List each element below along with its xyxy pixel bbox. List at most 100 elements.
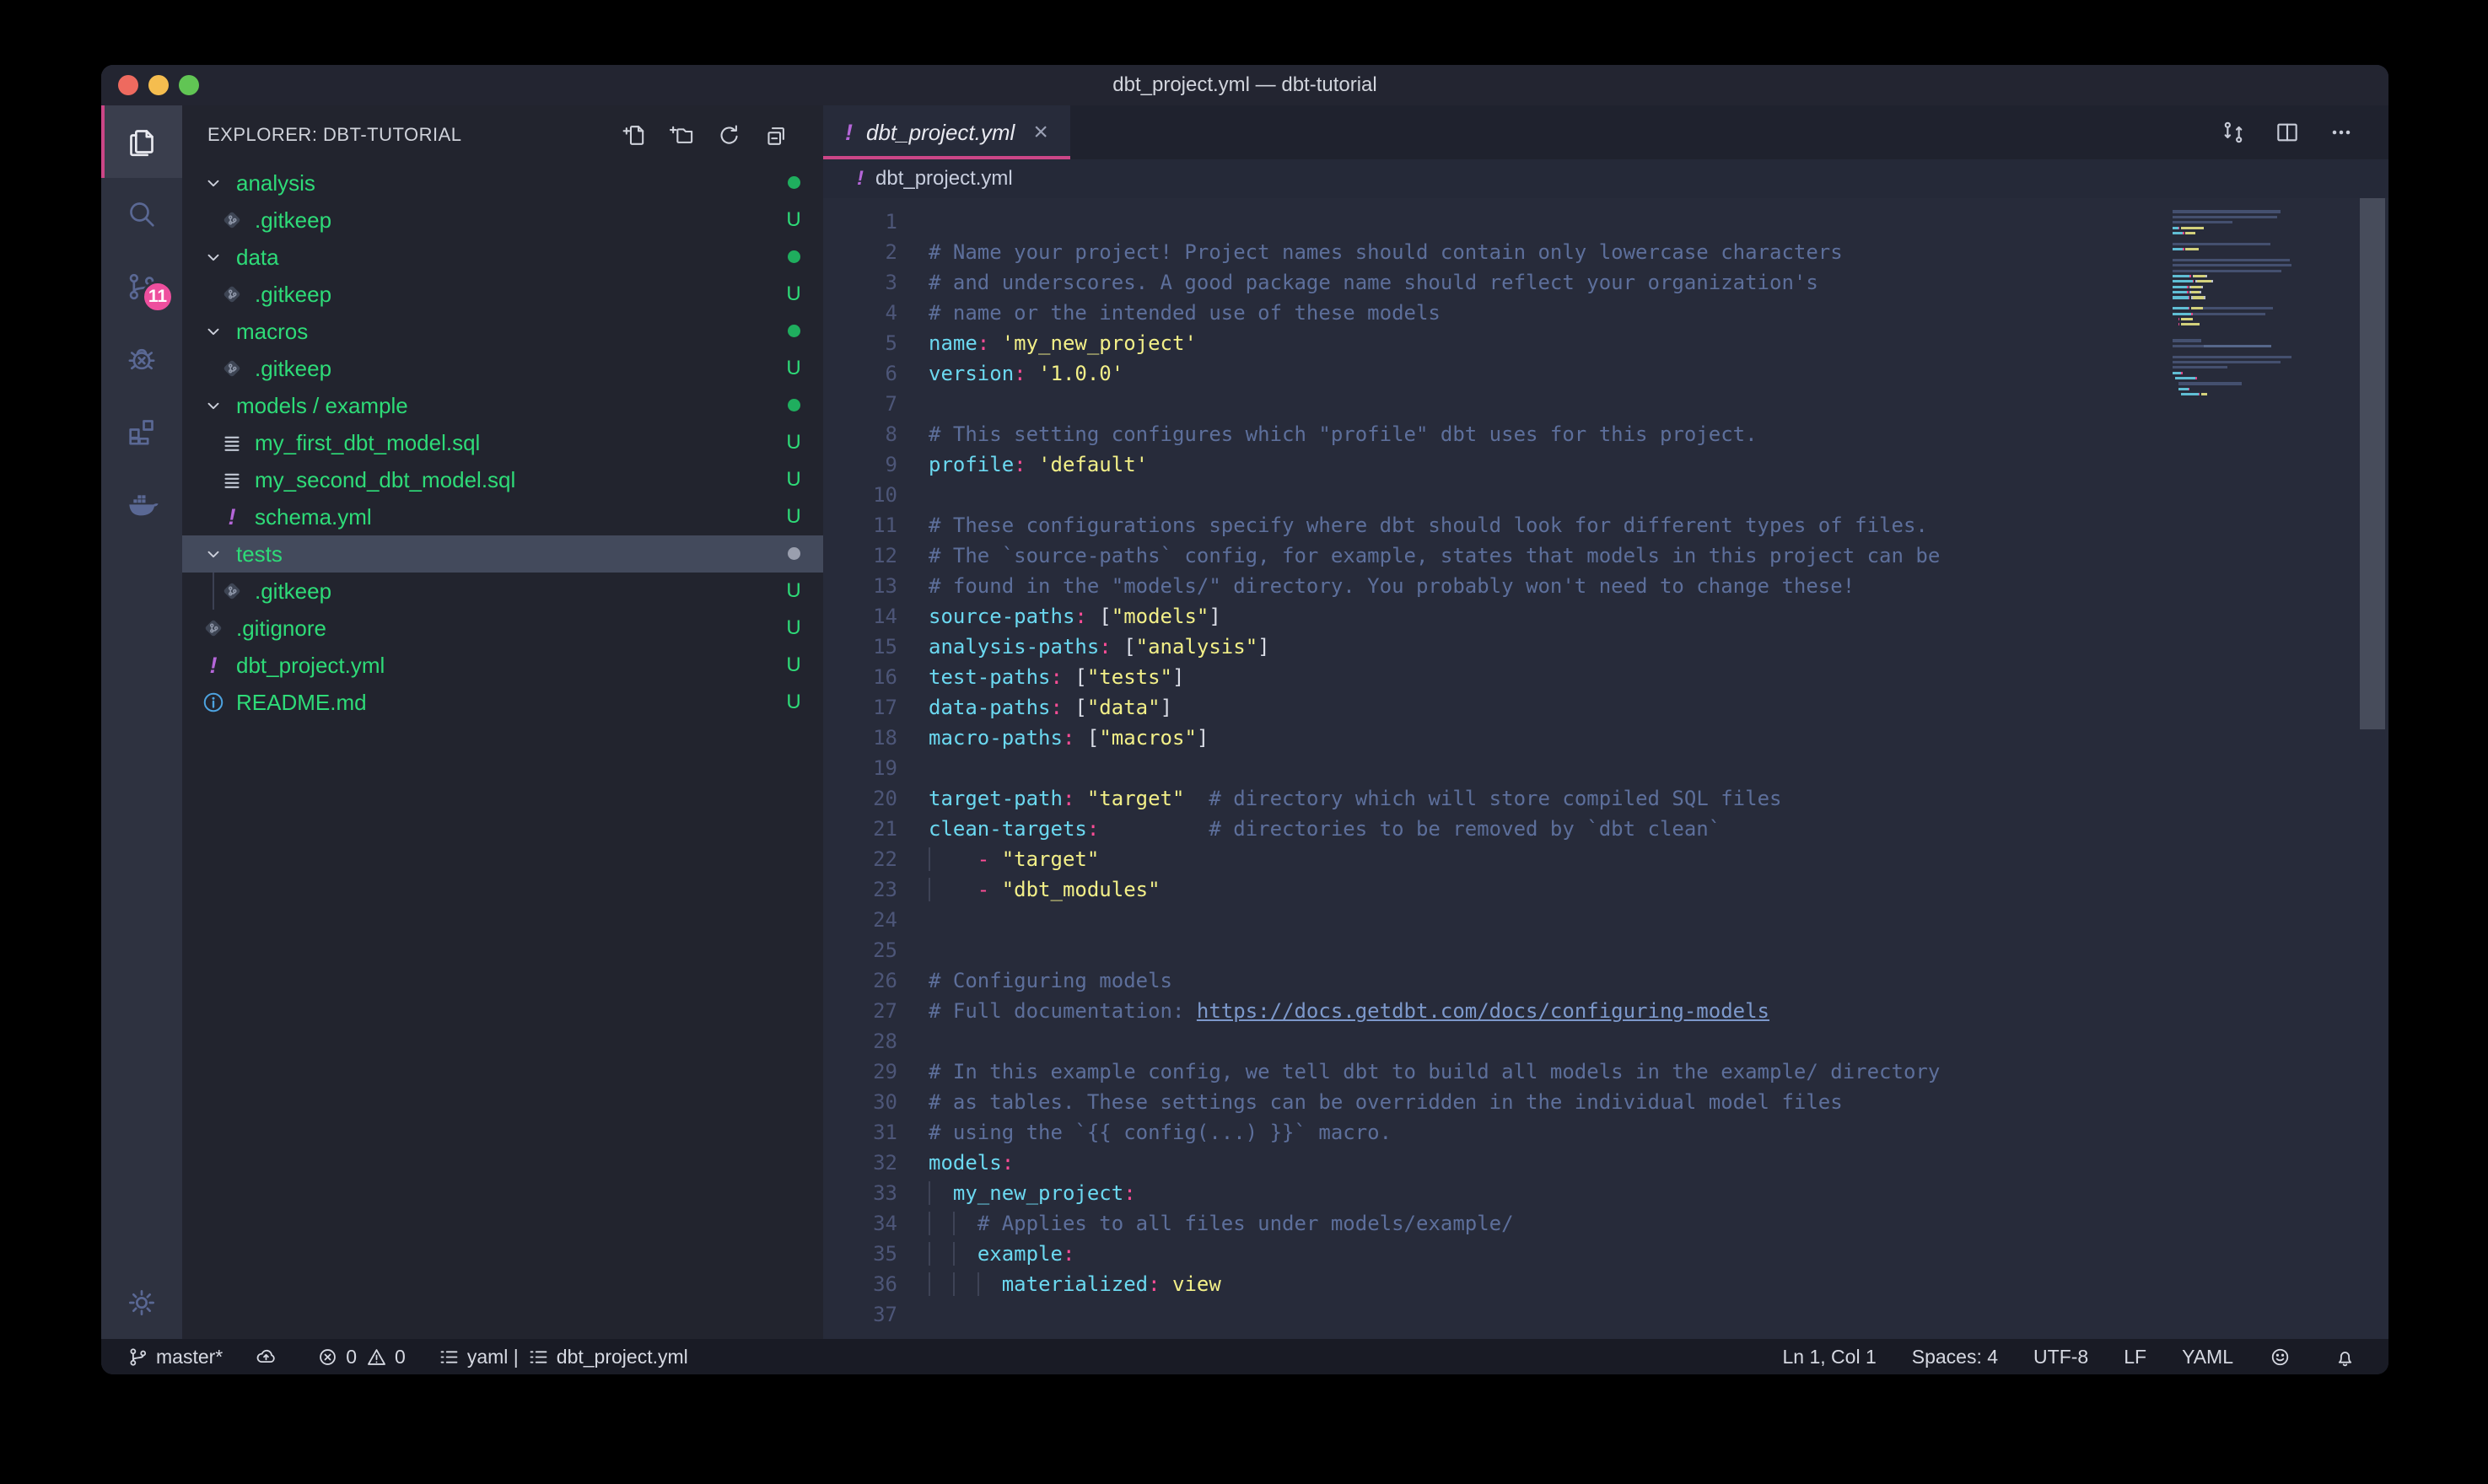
source-control-badge: 11 [142,281,174,313]
search-icon [125,197,159,231]
code-line-14: 14source-paths: ["models"] [823,601,2388,632]
yaml-warning-icon: ! [199,651,228,680]
yaml-warning-icon: ! [845,120,853,146]
code-line-24: 24 [823,905,2388,935]
explorer-icon [125,125,159,159]
new-file-icon[interactable] [611,116,658,154]
status-text: 0 [395,1346,406,1368]
breadcrumb[interactable]: ! dbt_project.yml [823,159,2388,198]
status-feedback[interactable] [2269,1346,2298,1368]
code-line-18: 18macro-paths: ["macros"] [823,723,2388,753]
tree-file--gitkeep[interactable]: .gitkeepU [182,350,823,387]
tree-folder-data[interactable]: data [182,239,823,276]
line-number: 37 [823,1299,897,1330]
code-line-26: 26# Configuring models [823,965,2388,996]
code-line-35: 35 example: [823,1239,2388,1269]
line-number: 4 [823,298,897,328]
status-notifications[interactable] [2334,1346,2363,1368]
line-number: 31 [823,1117,897,1148]
code-line-30: 30# as tables. These settings can be ove… [823,1087,2388,1117]
checklist-icon [527,1346,557,1368]
new-folder-icon[interactable] [658,116,705,154]
activity-bar: 11 [101,105,182,1339]
activity-extensions-icon[interactable] [101,395,182,468]
title-bar[interactable]: dbt_project.yml — dbt-tutorial [101,65,2388,105]
status-cursor-position[interactable]: Ln 1, Col 1 [1783,1346,1877,1368]
tree-folder-tests[interactable]: tests [182,535,823,573]
code-line-32: 32models: [823,1148,2388,1178]
close-window-button[interactable] [118,75,138,95]
tree-folder-macros[interactable]: macros [182,313,823,350]
status-problems[interactable]: 00 [316,1346,406,1368]
status-git-branch-status[interactable]: master* [127,1346,223,1368]
file-label: schema.yml [255,504,764,530]
activity-search-icon[interactable] [101,178,182,250]
tree-file-my-second-dbt-model-sql[interactable]: my_second_dbt_model.sqlU [182,461,823,498]
bell-icon [2334,1346,2363,1368]
zoom-window-button[interactable] [179,75,199,95]
status-linter-status[interactable]: yaml |dbt_project.yml [438,1346,688,1368]
tree-file--gitkeep[interactable]: .gitkeepU [182,573,823,610]
line-number: 2 [823,237,897,267]
more-actions-icon[interactable] [2314,113,2368,152]
status-bar: master*00yaml |dbt_project.yml Ln 1, Col… [101,1339,2388,1374]
sidebar-actions [611,116,800,154]
status-indentation[interactable]: Spaces: 4 [1912,1346,1998,1368]
status-publish-changes[interactable] [255,1346,284,1368]
file-label: dbt_project.yml [236,653,764,679]
tab-dbt-project-yml[interactable]: ! dbt_project.yml × [823,105,1070,159]
status-encoding[interactable]: UTF-8 [2033,1346,2088,1368]
tree-folder-analysis[interactable]: analysis [182,164,823,202]
tree-folder-models-example[interactable]: models / example [182,387,823,424]
split-editor-icon[interactable] [2260,113,2314,152]
chevron-down-icon [199,545,228,563]
refresh-icon[interactable] [705,116,752,154]
minimize-window-button[interactable] [148,75,169,95]
status-text: yaml | [467,1346,519,1368]
sql-file-icon [218,428,246,457]
activity-settings-gear-icon[interactable] [101,1266,182,1339]
tree-file-readme-md[interactable]: README.mdU [182,684,823,721]
activity-explorer-icon[interactable] [101,105,182,178]
tree-file--gitkeep[interactable]: .gitkeepU [182,202,823,239]
git-file-icon [218,354,246,383]
code-line-9: 9profile: 'default' [823,449,2388,480]
git-untracked-badge: U [764,505,823,529]
line-number: 32 [823,1148,897,1178]
code-lines: 12# Name your project! Project names sho… [823,207,2388,1330]
tree-file-dbt-project-yml[interactable]: !dbt_project.ymlU [182,647,823,684]
line-number: 12 [823,540,897,571]
close-icon[interactable]: × [1033,118,1048,147]
tree-file-schema-yml[interactable]: !schema.ymlU [182,498,823,535]
line-number: 33 [823,1178,897,1208]
file-label: models / example [236,393,764,419]
activity-docker-icon[interactable] [101,468,182,540]
status-language-mode[interactable]: YAML [2182,1346,2233,1368]
breadcrumb-label: dbt_project.yml [875,167,1013,191]
yaml-warning-icon: ! [857,167,864,191]
tree-file--gitkeep[interactable]: .gitkeepU [182,276,823,313]
code-line-3: 3# and underscores. A good package name … [823,267,2388,298]
file-label: README.md [236,690,764,716]
scrollbar-thumb[interactable] [2360,198,2385,729]
tree-file-my-first-dbt-model-sql[interactable]: my_first_dbt_model.sqlU [182,424,823,461]
file-label: .gitkeep [255,356,764,382]
status-eol-sequence[interactable]: LF [2124,1346,2146,1368]
tab-bar: ! dbt_project.yml × [823,105,2388,159]
minimap[interactable] [2173,205,2351,404]
modified-dot-badge [764,394,823,417]
status-text: 0 [346,1346,357,1368]
collapse-folders-icon[interactable] [752,116,800,154]
status-text: YAML [2182,1346,2233,1368]
compare-changes-icon[interactable] [2206,113,2260,152]
tree-file--gitignore[interactable]: .gitignoreU [182,610,823,647]
line-number: 17 [823,692,897,723]
activity-debug-icon[interactable] [101,323,182,395]
code-editor[interactable]: 12# Name your project! Project names sho… [823,198,2388,1339]
line-number: 18 [823,723,897,753]
line-number: 30 [823,1087,897,1117]
activity-source-control-icon[interactable]: 11 [101,250,182,323]
smiley-icon [2269,1346,2298,1368]
code-line-21: 21clean-targets: # directories to be rem… [823,814,2388,844]
docker-icon [125,487,159,521]
